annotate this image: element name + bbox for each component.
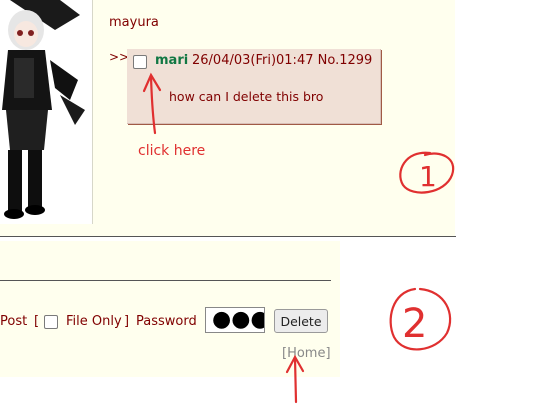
thread-area: mayura >> mari 26/04/03(Fri)01:47 No.129… (0, 0, 455, 236)
delete-button[interactable]: Delete (274, 309, 328, 333)
home-link[interactable]: [Home] (282, 346, 331, 361)
op-poster-name: mayura (109, 15, 159, 30)
step-2-circle: 2 (389, 287, 452, 351)
bracket-close: ] (124, 314, 130, 329)
password-field[interactable]: ●●●● (205, 307, 265, 333)
form-divider (0, 280, 331, 281)
reply-delete-checkbox[interactable] (133, 55, 147, 69)
delete-form: Post [ File Only ] Password ●●●● Delete (0, 307, 340, 337)
thread-divider (0, 236, 456, 237)
reply-poster-name: mari (155, 53, 189, 68)
reply-datetime: 26/04/03(Fri)01:47 (192, 53, 314, 68)
step-2-number: 2 (402, 301, 427, 347)
op-image-thumbnail[interactable] (0, 0, 93, 224)
file-only-label: File Only (66, 314, 122, 329)
bracket-open: [ (34, 314, 40, 329)
password-label: Password (136, 314, 197, 329)
post-label: Post (0, 314, 28, 329)
reply-meta: 26/04/03(Fri)01:47 No.1299 (192, 53, 372, 68)
reply-post: mari 26/04/03(Fri)01:47 No.1299 how can … (127, 49, 381, 124)
password-value: ●●●● (212, 307, 264, 332)
file-only-checkbox[interactable] (44, 315, 58, 329)
annotation-click-here: click here (138, 143, 206, 159)
anime-girl-image (0, 0, 92, 224)
reply-number-link[interactable]: No.1299 (318, 53, 373, 68)
reply-comment: how can I delete this bro (169, 89, 324, 104)
